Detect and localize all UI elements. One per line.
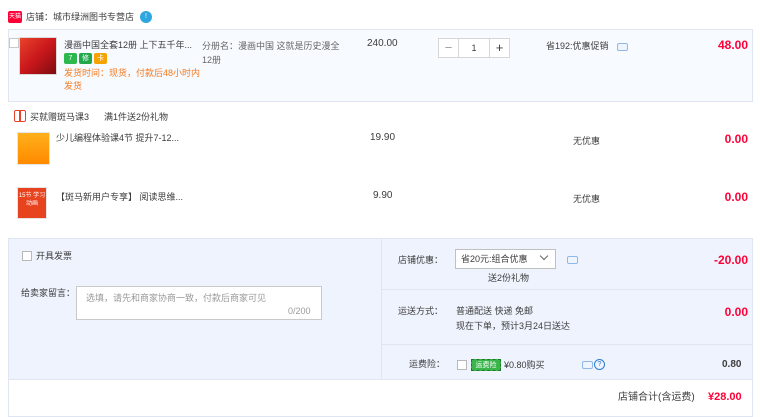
- shop-discount-label: 店铺优惠：: [398, 255, 444, 265]
- quantity-decrease-button[interactable]: −: [438, 38, 459, 58]
- unit-price: 240.00: [367, 38, 398, 49]
- insurance-price: ¥0.80购买: [504, 360, 545, 370]
- discount-chat-icon[interactable]: [567, 256, 578, 264]
- memo-label: 给卖家留言：: [21, 288, 76, 298]
- shop-name[interactable]: 店铺：城市绿洲图书专营店: [26, 11, 134, 23]
- delivery-label: 运送方式：: [398, 306, 444, 316]
- quantity-increase-button[interactable]: +: [489, 38, 510, 58]
- delivery-eta: 现在下单，预计3月24日送达: [456, 321, 571, 331]
- insurance-checkbox[interactable]: [457, 360, 467, 370]
- gift-promo-rule: 满1件送2份礼物: [104, 112, 169, 122]
- insurance-amount: 0.80: [722, 359, 742, 370]
- shop-discount-amount: -20.00: [713, 253, 748, 267]
- product-thumbnail[interactable]: [19, 37, 57, 75]
- product-title[interactable]: 漫画中国全套12册 上下五千年...: [64, 39, 198, 51]
- gift-item-price: 19.90: [370, 132, 396, 143]
- contact-seller-icon[interactable]: !: [140, 11, 152, 23]
- gift-item-promo: 无优惠: [573, 194, 601, 204]
- gift-item-amount: 0.00: [724, 190, 748, 204]
- insurance-label: 运费险：: [409, 359, 446, 369]
- delivery-method: 普通配送 快递 免邮: [456, 306, 534, 316]
- shipping-time-note: 发货时间：现货，付款后48小时内发货: [64, 68, 201, 91]
- sku-info: 分册名：漫画中国 这就是历史漫全12册: [202, 41, 340, 65]
- quantity-input[interactable]: 1: [459, 38, 489, 58]
- gift-thumbnail-reading[interactable]: 15节 学习 动画: [17, 187, 47, 219]
- item-checkbox[interactable]: [9, 38, 19, 48]
- help-icon[interactable]: ?: [594, 359, 605, 370]
- gift-item-amount: 0.00: [724, 132, 748, 146]
- delivery-amount: 0.00: [724, 305, 748, 319]
- shop-discount-value: 省20元:组合优惠: [461, 254, 528, 264]
- shop-total-label: 店铺合计(含运费): [618, 392, 695, 403]
- shop-discount-gift-note: 送2份礼物: [488, 273, 530, 283]
- gift-item-promo: 无优惠: [573, 136, 601, 146]
- seven-day-return-badge: 7: [64, 53, 77, 64]
- repair-badge: 修: [79, 53, 92, 64]
- promotion-text: 省192:优惠促销: [546, 41, 609, 51]
- insurance-chat-icon[interactable]: [582, 361, 593, 369]
- divider: [382, 344, 753, 345]
- gift-promo-title: 买就赠斑马课3: [30, 112, 90, 122]
- shop-total-amount: ¥28.00: [708, 391, 742, 403]
- invoice-label[interactable]: 开具发票: [36, 250, 72, 262]
- tmall-logo-icon: 天猫: [8, 11, 22, 23]
- gift-thumbnail-coding[interactable]: [17, 132, 50, 165]
- gift-icon: [14, 110, 26, 122]
- item-amount: 48.00: [717, 38, 748, 52]
- gift-item-name[interactable]: 少儿编程体验课4节 提升7-12...: [56, 132, 179, 144]
- promo-chat-icon[interactable]: [617, 43, 628, 51]
- memo-placeholder: 选填，请先和商家协商一致，付款后商家可见: [86, 293, 267, 303]
- insurance-badge: 运费险: [471, 359, 501, 371]
- card-payment-badge: 卡: [94, 53, 107, 64]
- gift-item-name[interactable]: 【斑马新用户专享】 阅读思维...: [56, 191, 183, 203]
- divider: [382, 289, 753, 290]
- gift-item-price: 9.90: [373, 190, 393, 201]
- invoice-checkbox[interactable]: [22, 251, 32, 261]
- memo-char-count: 0/200: [288, 306, 311, 316]
